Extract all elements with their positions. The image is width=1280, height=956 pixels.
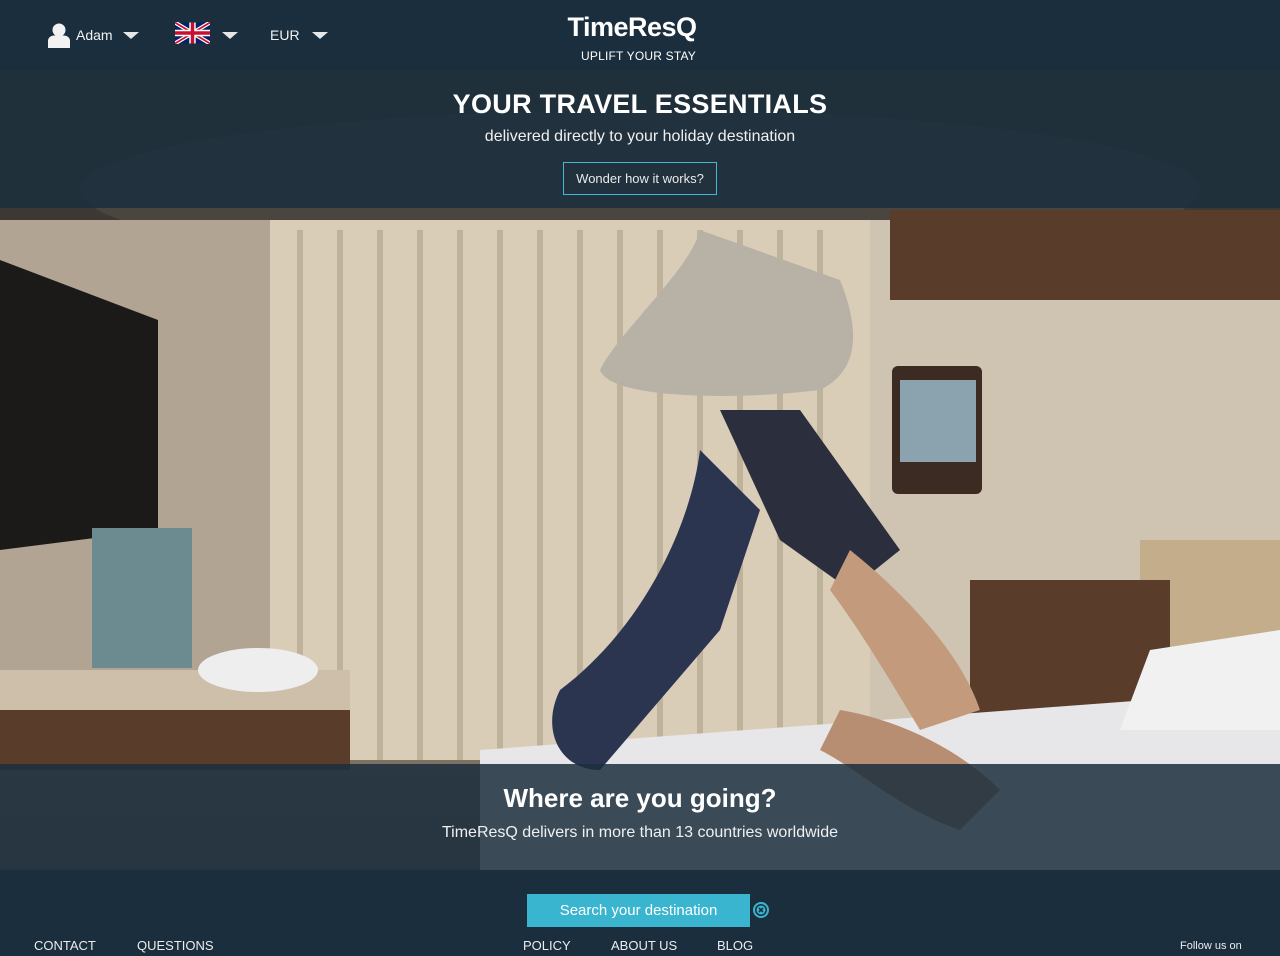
uk-flag-icon bbox=[173, 20, 212, 49]
currency-selector[interactable]: EUR bbox=[270, 24, 328, 46]
timeresq-logo[interactable]: TimeResQ UPLIFT YOUR STAY bbox=[563, 6, 713, 64]
destination-band: Where are you going? TimeResQ delivers i… bbox=[0, 764, 1280, 870]
footer-link-blog[interactable]: BLOG bbox=[717, 938, 753, 953]
hero-heading-band: YOUR TRAVEL ESSENTIALS delivered directl… bbox=[0, 70, 1280, 208]
currency-label: EUR bbox=[270, 27, 300, 43]
logo-text: TimeResQ bbox=[567, 12, 697, 42]
caret-down-icon bbox=[122, 31, 139, 39]
follow-us-label: Follow us on bbox=[1180, 940, 1242, 952]
hero-title: YOUR TRAVEL ESSENTIALS bbox=[452, 89, 828, 119]
user-icon bbox=[48, 22, 70, 48]
destination-title: Where are you going? bbox=[503, 783, 777, 813]
how-it-works-button[interactable]: Wonder how it works? bbox=[563, 162, 717, 195]
language-selector[interactable] bbox=[173, 20, 238, 49]
hero-subtitle: delivered directly to your holiday desti… bbox=[484, 128, 796, 145]
footer-link-policy[interactable]: POLICY bbox=[523, 938, 571, 953]
footer-link-questions[interactable]: QUESTIONS bbox=[137, 938, 214, 953]
clear-icon[interactable] bbox=[753, 902, 769, 918]
top-navigation-bar: Adam EUR TimeResQ UPLIFT YOUR STAY bbox=[0, 0, 1280, 70]
logo-tagline: UPLIFT YOUR STAY bbox=[581, 49, 697, 63]
caret-down-icon bbox=[222, 31, 238, 39]
destination-subtitle: TimeResQ delivers in more than 13 countr… bbox=[441, 824, 838, 841]
user-name-label: Adam bbox=[76, 27, 113, 43]
caret-down-icon bbox=[311, 31, 328, 39]
footer: Search your destination CONTACT QUESTION… bbox=[0, 870, 1280, 956]
user-account-menu[interactable]: Adam bbox=[48, 22, 139, 48]
footer-link-contact[interactable]: CONTACT bbox=[34, 938, 96, 953]
footer-link-about-us[interactable]: ABOUT US bbox=[611, 938, 677, 953]
search-destination-button[interactable]: Search your destination bbox=[527, 894, 750, 927]
